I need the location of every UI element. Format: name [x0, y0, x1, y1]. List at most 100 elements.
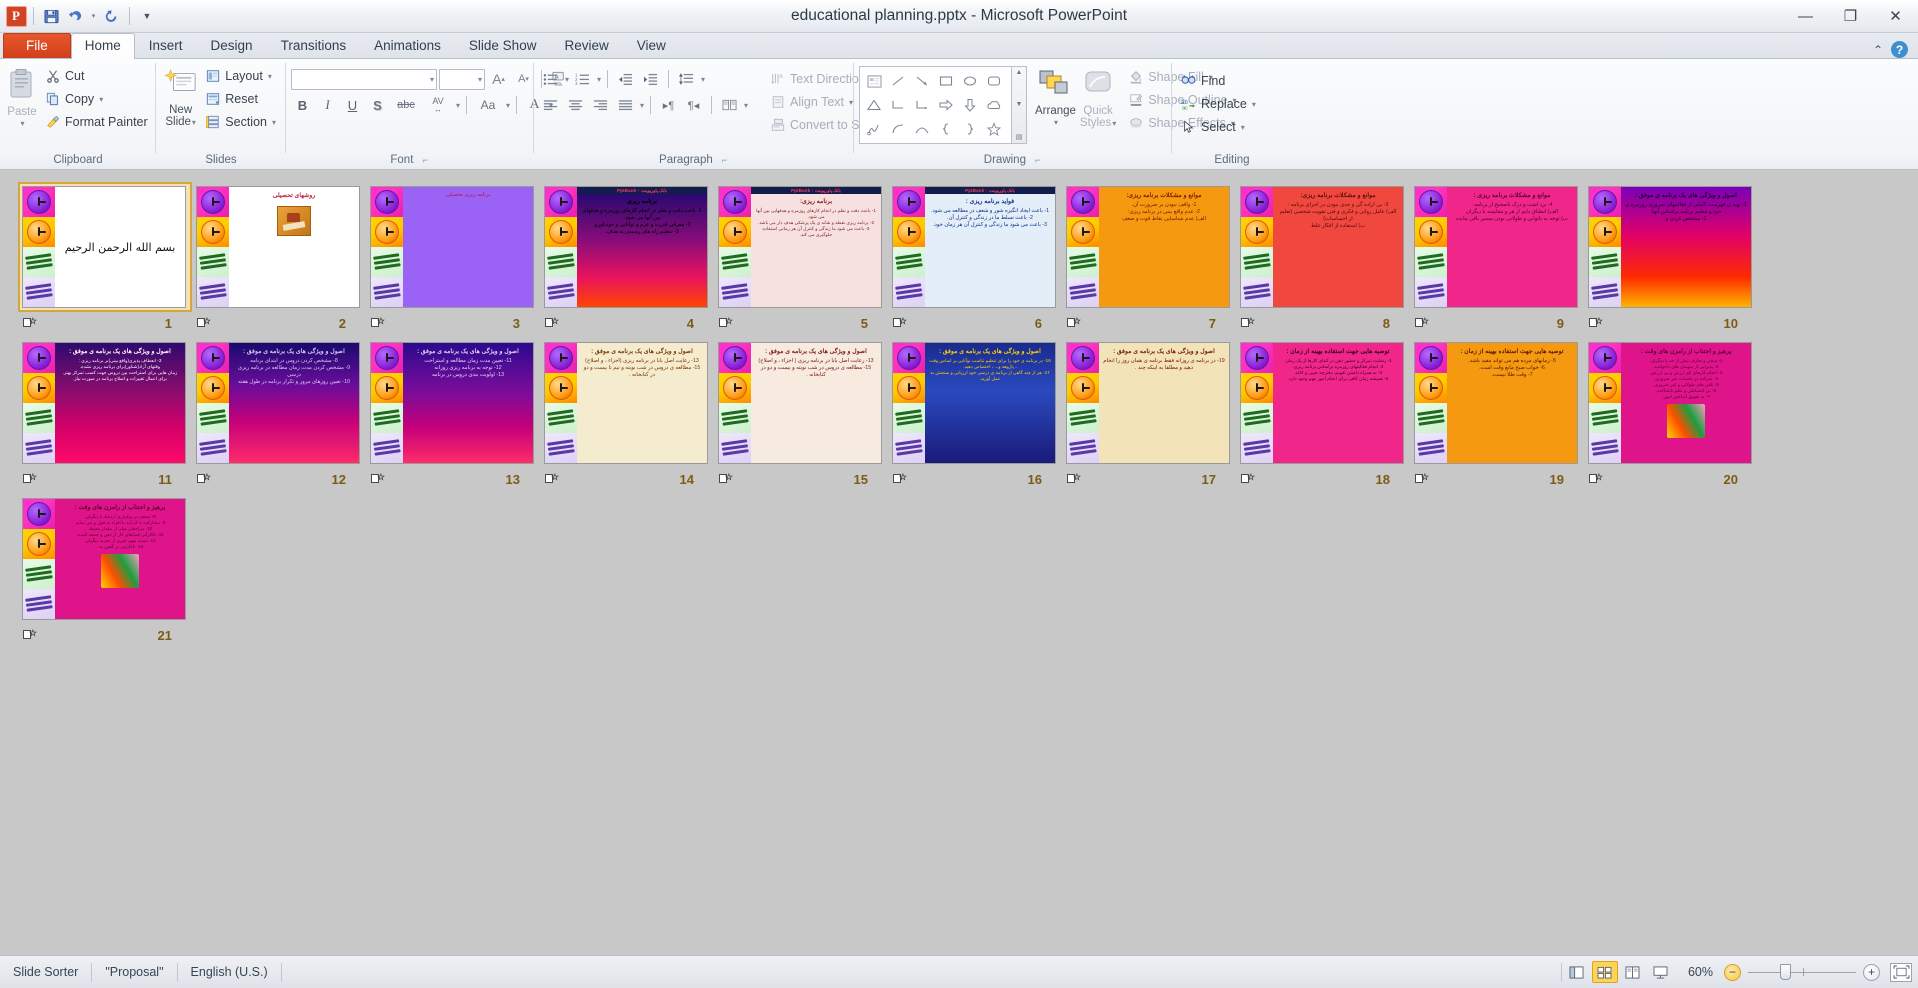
slide-thumbnail-11[interactable]: اصول و ویژگی های یک برنامه ی موفق : 3- ان… [18, 338, 192, 468]
fit-to-window-button[interactable] [1890, 962, 1912, 982]
shape-triangle-icon[interactable] [862, 93, 886, 117]
play-transition-icon[interactable]: ☆ [893, 317, 907, 329]
slide-thumbnail-16[interactable]: اصول و ویژگی های یک برنامه ی موفق : 16- د… [888, 338, 1062, 468]
text-shadow-button[interactable]: S [366, 94, 389, 116]
slide-thumbnail-canvas[interactable]: اصول و ویژگی های یک برنامه ی موفق : 16- د… [893, 343, 1055, 463]
align-right-button[interactable] [589, 94, 612, 116]
play-transition-icon[interactable]: ☆ [545, 317, 559, 329]
undo-icon[interactable] [64, 5, 86, 27]
shape-down-arrow-icon[interactable] [958, 93, 982, 117]
slide-thumbnail-canvas[interactable]: اصول و ویژگی های یک برنامه ی موفق : 19- د… [1067, 343, 1229, 463]
redo-icon[interactable] [101, 5, 123, 27]
shape-arc-icon[interactable] [886, 117, 910, 141]
slide-thumbnail-18[interactable]: توصیه هایی جهت استفاده بهینه از زمان : 1-… [1236, 338, 1410, 468]
slide-cell[interactable]: اصول و ویژگی های یک برنامه ی موفق : 13- ر… [714, 338, 888, 490]
justify-button[interactable] [614, 94, 637, 116]
slide-thumbnail-19[interactable]: توصیه هایی جهت استفاده بهینه از زمان : 5-… [1410, 338, 1584, 468]
close-button[interactable]: ✕ [1873, 0, 1918, 32]
underline-button[interactable]: U [341, 94, 364, 116]
slide-cell[interactable]: موانع و مشکلات برنامه ریزی : 4- برد اشت و… [1410, 182, 1584, 334]
zoom-out-button[interactable]: − [1724, 963, 1741, 981]
select-button[interactable]: Select ▾ [1177, 116, 1261, 138]
slide-thumbnail-13[interactable]: اصول و ویژگی های یک برنامه ی موفق : 11- ت… [366, 338, 540, 468]
tab-slide-show[interactable]: Slide Show [455, 33, 551, 58]
shape-rounded-rectangle-icon[interactable] [982, 69, 1006, 93]
gallery-scroll-up-icon[interactable]: ▲ [1016, 69, 1023, 76]
slide-thumbnail-3[interactable]: برنامه ریزی تحصیلی [366, 182, 540, 312]
minimize-ribbon-icon[interactable]: ⌃ [1873, 43, 1883, 57]
grow-font-button[interactable]: A ▴ [487, 68, 510, 90]
tab-file[interactable]: File [3, 33, 71, 58]
slide-thumbnail-canvas[interactable]: اصول و ویژگی های یک برنامه ی موفق : 8- مش… [197, 343, 359, 463]
slide-thumbnail-4[interactable]: PptBank - ﺑﺎﻧﮏ ﭘﺎﻭﺭﭘﻮﯾﻨﺖ برنامه ریزی 1- با… [540, 182, 714, 312]
slide-thumbnail-10[interactable]: اصول و ویژگی های یک برنامه ی موفق : 1- ته… [1584, 182, 1758, 312]
play-transition-icon[interactable]: ☆ [371, 317, 385, 329]
numbering-button[interactable]: 123 [571, 68, 594, 90]
slide-thumbnail-7[interactable]: موانع و مشکلات برنامه ریزی: 1- واقف نبودن… [1062, 182, 1236, 312]
status-language[interactable]: English (U.S.) [178, 956, 281, 988]
align-center-button[interactable] [564, 94, 587, 116]
slide-thumbnail-2[interactable]: روشهای تحصیلی [192, 182, 366, 312]
increase-indent-button[interactable] [639, 68, 662, 90]
view-slide-show-button[interactable] [1648, 961, 1674, 983]
tab-review[interactable]: Review [550, 33, 622, 58]
shape-line-icon[interactable] [886, 69, 910, 93]
play-transition-icon[interactable]: ☆ [1415, 317, 1429, 329]
play-transition-icon[interactable]: ☆ [545, 473, 559, 485]
change-case-caret-icon[interactable]: ▾ [506, 101, 510, 110]
slide-thumbnail-canvas[interactable]: اصول و ویژگی های یک برنامه ی موفق : 11- ت… [371, 343, 533, 463]
tab-insert[interactable]: Insert [135, 33, 197, 58]
slide-cell[interactable]: پرهیز و اجتناب از رامزن های وقت : 1- سخن … [1584, 338, 1758, 490]
slide-cell[interactable]: بسم الله الرحمن الرحیم ☆ 1 [18, 182, 192, 334]
slide-cell[interactable]: موانع و مشکلات برنامه ریزی: 1- واقف نبودن… [1062, 182, 1236, 334]
slide-thumbnail-1[interactable]: بسم الله الرحمن الرحیم [18, 182, 192, 312]
shape-right-arrow-icon[interactable] [934, 93, 958, 117]
strikethrough-button[interactable]: abc [391, 94, 421, 116]
paste-button[interactable]: Paste ▾ [5, 65, 39, 133]
status-theme-name[interactable]: "Proposal" [92, 956, 176, 988]
gallery-scroll-down-icon[interactable]: ▼ [1016, 101, 1023, 108]
play-transition-icon[interactable]: ☆ [197, 317, 211, 329]
replace-button[interactable]: ab ac Replace ▾ [1177, 93, 1261, 115]
slide-thumbnail-canvas[interactable]: موانع و مشکلات برنامه ریزی: 1- واقف نبودن… [1067, 187, 1229, 307]
slide-cell[interactable]: توصیه هایی جهت استفاده بهینه از زمان : 1-… [1236, 338, 1410, 490]
slide-thumbnail-9[interactable]: موانع و مشکلات برنامه ریزی : 4- برد اشت و… [1410, 182, 1584, 312]
font-size-combobox[interactable]: ▾ [439, 68, 485, 90]
play-transition-icon[interactable]: ☆ [197, 473, 211, 485]
paragraph-dialog-launcher-icon[interactable]: ⌐ [720, 155, 729, 165]
tab-view[interactable]: View [623, 33, 680, 58]
format-painter-button[interactable]: Format Painter [41, 111, 153, 133]
slide-thumbnail-canvas[interactable]: توصیه هایی جهت استفاده بهینه از زمان : 1-… [1241, 343, 1403, 463]
powerpoint-logo-icon[interactable]: P [5, 5, 27, 27]
rtl-direction-button[interactable]: ¶◂ [682, 94, 705, 116]
slide-thumbnail-canvas[interactable]: PptBank - ﺑﺎﻧﮏ ﭘﺎﻭﺭﭘﻮﯾﻨﺖ برنامه ریزی 1- با… [545, 187, 707, 307]
slide-thumbnail-8[interactable]: موانع و مشکلات برنامه ریزی: 3- بی اراده گ… [1236, 182, 1410, 312]
slide-thumbnail-canvas[interactable]: پرهیز و اجتناب از رامزن های وقت : 1- سخن … [1589, 343, 1751, 463]
tab-transitions[interactable]: Transitions [267, 33, 361, 58]
change-case-button[interactable]: Aa [473, 94, 503, 116]
cut-button[interactable]: Cut [41, 65, 153, 87]
slide-cell[interactable]: روشهای تحصیلی ☆ 2 [192, 182, 366, 334]
slide-thumbnail-17[interactable]: اصول و ویژگی های یک برنامه ی موفق : 19- د… [1062, 338, 1236, 468]
font-dialog-launcher-icon[interactable]: ⌐ [421, 155, 430, 165]
new-slide-button[interactable]: New Slide▾ [161, 65, 200, 132]
slide-thumbnail-canvas[interactable]: PptBank - ﺑﺎﻧﮏ ﭘﺎﻭﺭﭘﻮﯾﻨﺖ فواید برنامه ریز… [893, 187, 1055, 307]
shape-scribble-icon[interactable] [862, 117, 886, 141]
help-icon[interactable]: ? [1891, 41, 1908, 58]
slide-thumbnail-canvas[interactable]: روشهای تحصیلی [197, 187, 359, 307]
italic-button[interactable]: I [316, 94, 339, 116]
gallery-more-icon[interactable]: ▤ [1016, 133, 1023, 141]
zoom-slider-handle[interactable] [1780, 963, 1791, 980]
slide-cell[interactable]: PptBank - ﺑﺎﻧﮏ ﭘﺎﻭﺭﭘﻮﯾﻨﺖ فواید برنامه ریز… [888, 182, 1062, 334]
play-transition-icon[interactable]: ☆ [1589, 473, 1603, 485]
slide-thumbnail-canvas[interactable]: موانع و مشکلات برنامه ریزی: 3- بی اراده گ… [1241, 187, 1403, 307]
shape-elbow-arrow-connector-icon[interactable] [910, 93, 934, 117]
play-transition-icon[interactable]: ☆ [1241, 473, 1255, 485]
slide-thumbnail-21[interactable]: پرهیز و اجتناب از رامزن های وقت : 8- ضعف … [18, 494, 192, 624]
slide-thumbnail-6[interactable]: PptBank - ﺑﺎﻧﮏ ﭘﺎﻭﺭﭘﻮﯾﻨﺖ فواید برنامه ریز… [888, 182, 1062, 312]
tab-home[interactable]: Home [70, 33, 135, 59]
shape-oval-icon[interactable] [958, 69, 982, 93]
font-name-combobox[interactable]: ▾ [291, 68, 437, 90]
slide-thumbnail-canvas[interactable]: PptBank - ﺑﺎﻧﮏ ﭘﺎﻭﺭﭘﻮﯾﻨﺖ برنامه ریزی: 1- ب… [719, 187, 881, 307]
slide-cell[interactable]: اصول و ویژگی های یک برنامه ی موفق : 11- ت… [366, 338, 540, 490]
